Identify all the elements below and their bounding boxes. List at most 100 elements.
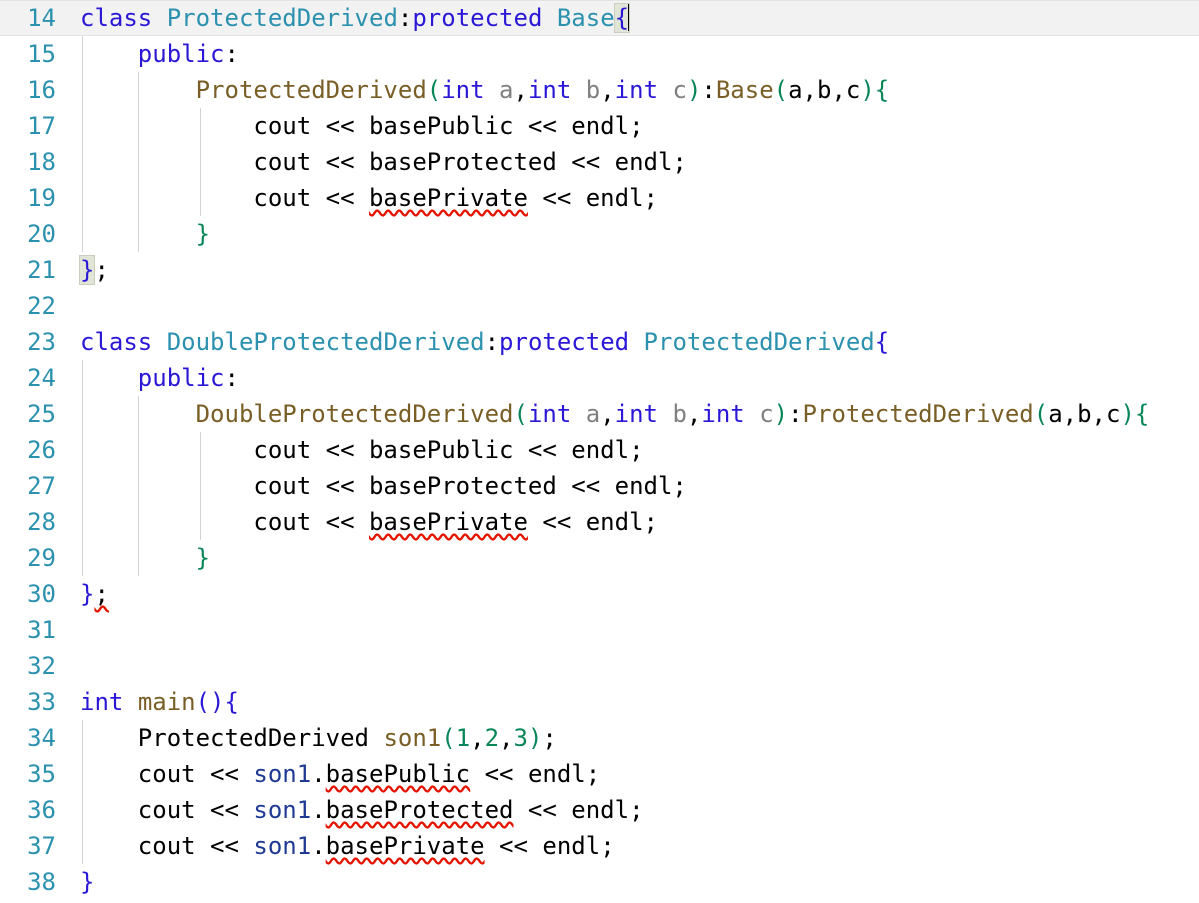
token-bracket: }: [195, 544, 211, 572]
token-bracket: (){: [195, 688, 239, 716]
token-punct: ,: [600, 400, 615, 428]
token-parameter: c: [672, 76, 687, 104]
error-token: basePrivate: [368, 184, 528, 212]
editor-line[interactable]: 37 cout << son1.basePrivate << endl;: [0, 828, 1199, 864]
editor-line[interactable]: 31: [0, 612, 1199, 648]
editor-line[interactable]: 33 int main(){: [0, 684, 1199, 720]
editor-line[interactable]: 28 cout << basePrivate << endl;: [0, 504, 1199, 540]
editor-line[interactable]: 26 cout << basePublic << endl;: [0, 432, 1199, 468]
line-number: 15: [27, 40, 56, 68]
line-content: cout << basePublic << endl;: [80, 436, 644, 464]
token-keyword: public: [137, 364, 225, 392]
line-number: 29: [27, 544, 56, 572]
error-token: basePublic: [325, 760, 471, 788]
line-content: cout << son1.basePrivate << endl;: [80, 832, 615, 860]
token-punct: :: [224, 364, 239, 392]
token-bracket: ){: [1120, 400, 1150, 428]
token-bracket: {: [874, 328, 890, 356]
token-bracket: (: [513, 400, 528, 428]
line-number: 34: [27, 724, 56, 752]
editor-line[interactable]: 17 cout << basePublic << endl;: [0, 108, 1199, 144]
error-token: basePrivate: [325, 832, 485, 860]
token-parameter: a: [585, 400, 601, 428]
bracket-match-open: {: [613, 3, 631, 33]
token-arg: a,b,c: [788, 76, 861, 104]
token-punct: ,: [513, 76, 528, 104]
token-keyword: protected: [499, 328, 630, 356]
token-keyword: int: [441, 76, 485, 104]
token-parameter: b: [585, 76, 601, 104]
line-number: 26: [27, 436, 56, 464]
editor-line[interactable]: 25 DoubleProtectedDerived(int a,int b,in…: [0, 396, 1199, 432]
token-arg: a,b,c: [1048, 400, 1121, 428]
line-number: 30: [27, 580, 56, 608]
line-number: 24: [27, 364, 56, 392]
editor-line[interactable]: 19 cout << basePrivate << endl;: [0, 180, 1199, 216]
editor-line[interactable]: 35 cout << son1.basePublic << endl;: [0, 756, 1199, 792]
token-keyword: class: [80, 328, 153, 356]
editor-line[interactable]: 22: [0, 288, 1199, 324]
token-punct: ;: [542, 724, 557, 752]
line-content: }: [80, 864, 94, 900]
line-number: 37: [27, 832, 56, 860]
bracket-match-close: }: [78, 255, 96, 285]
token-punct: ,: [686, 400, 702, 428]
line-content: }: [80, 216, 210, 252]
token-parameter: b: [672, 400, 687, 428]
editor-line[interactable]: 18 cout << baseProtected << endl;: [0, 144, 1199, 180]
token-bracket: ){: [860, 76, 890, 104]
line-number: 33: [27, 688, 56, 716]
token-punct: ;: [94, 256, 109, 284]
line-number: 17: [27, 112, 56, 140]
token-keyword: int: [614, 76, 659, 104]
error-token: basePrivate: [368, 508, 528, 536]
editor-line[interactable]: 30 };: [0, 576, 1199, 612]
line-number: 32: [27, 652, 56, 680]
token-function: DoubleProtectedDerived: [195, 400, 514, 428]
token-bracket: (: [426, 76, 442, 104]
line-number: 14: [27, 4, 56, 32]
token-bracket: ): [686, 76, 702, 104]
line-number: 16: [27, 76, 56, 104]
token-function: Base: [715, 76, 774, 104]
token-function: ProtectedDerived: [802, 400, 1034, 428]
editor-line[interactable]: 23 class DoubleProtectedDerived:protecte…: [0, 324, 1199, 360]
line-number: 22: [27, 292, 56, 320]
editor-line[interactable]: 24 public:: [0, 360, 1199, 396]
code-editor[interactable]: 14 class ProtectedDerived:protected Base…: [0, 0, 1199, 903]
line-number: 36: [27, 796, 56, 824]
editor-line[interactable]: 14 class ProtectedDerived:protected Base…: [0, 0, 1199, 36]
editor-line[interactable]: 20 }: [0, 216, 1199, 252]
error-token: ;: [94, 580, 109, 608]
line-number: 28: [27, 508, 56, 536]
editor-line[interactable]: 36 cout << son1.baseProtected << endl;: [0, 792, 1199, 828]
token-bracket: (: [441, 724, 456, 752]
editor-line[interactable]: 27 cout << baseProtected << endl;: [0, 468, 1199, 504]
token-variable: son1: [253, 796, 312, 824]
editor-line[interactable]: 38 }: [0, 864, 1199, 900]
token-type: Base: [556, 4, 615, 32]
line-number: 31: [27, 616, 56, 644]
line-number: 25: [27, 400, 56, 428]
token-punct: :: [484, 328, 500, 356]
line-content: cout << basePrivate << endl;: [80, 508, 658, 536]
token-number: 3: [513, 724, 528, 752]
editor-line[interactable]: 16 ProtectedDerived(int a,int b,int c):B…: [0, 72, 1199, 108]
line-number: 38: [27, 868, 56, 896]
line-content: ProtectedDerived(int a,int b,int c):Base…: [80, 72, 890, 108]
token-type: ProtectedDerived: [137, 724, 369, 752]
token-punct: ,: [600, 76, 615, 104]
editor-line[interactable]: 21 };: [0, 252, 1199, 288]
token-keyword: int: [527, 400, 572, 428]
editor-line[interactable]: 34 ProtectedDerived son1(1,2,3);: [0, 720, 1199, 756]
line-number: 18: [27, 148, 56, 176]
line-number: 19: [27, 184, 56, 212]
line-content: cout << baseProtected << endl;: [80, 472, 687, 500]
editor-line[interactable]: 15 public:: [0, 36, 1199, 72]
error-token: baseProtected: [325, 796, 514, 824]
line-content: class DoubleProtectedDerived:protected P…: [80, 324, 889, 360]
line-content: DoubleProtectedDerived(int a,int b,int c…: [80, 396, 1150, 432]
editor-line[interactable]: 29 }: [0, 540, 1199, 576]
line-number: 21: [27, 256, 56, 284]
editor-line[interactable]: 32: [0, 648, 1199, 684]
